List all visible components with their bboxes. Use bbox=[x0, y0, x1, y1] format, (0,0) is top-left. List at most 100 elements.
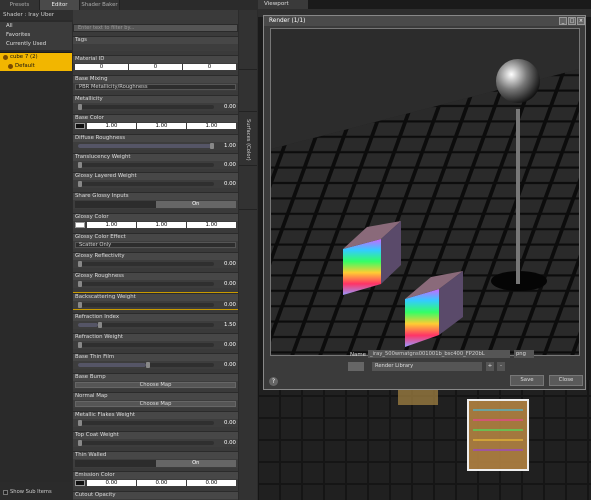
value-readout[interactable]: 0.00 bbox=[216, 103, 236, 111]
slider[interactable] bbox=[78, 420, 214, 426]
value-readout[interactable]: 0.00 bbox=[216, 180, 236, 188]
value-field-1[interactable]: 1.00 bbox=[87, 123, 136, 129]
value-field-3[interactable]: 0 bbox=[183, 64, 236, 70]
close-button[interactable]: Close bbox=[549, 375, 583, 386]
slider-knob[interactable] bbox=[78, 261, 82, 267]
glossy-color-effect-select[interactable]: Scatter Only bbox=[75, 242, 236, 248]
slider-knob[interactable] bbox=[78, 342, 82, 348]
prop-glossy-roughness: Glossy Roughness 0.00 bbox=[73, 272, 238, 288]
prop-glossy-layered-weight: Glossy Layered Weight 0.00 bbox=[73, 172, 238, 188]
close-icon[interactable]: × bbox=[577, 17, 585, 25]
filter-currently-used[interactable]: Currently Used bbox=[0, 40, 72, 49]
value-readout[interactable]: 0.00 bbox=[216, 341, 236, 349]
toggle-on[interactable]: On bbox=[155, 460, 236, 467]
filter-favorites[interactable]: Favorites bbox=[0, 31, 72, 40]
prop-translucency-weight: Translucency Weight 0.00 bbox=[73, 153, 238, 169]
tab-presets[interactable]: Presets bbox=[0, 0, 40, 10]
toggle-off[interactable] bbox=[75, 460, 156, 467]
value-readout[interactable]: 0.00 bbox=[216, 161, 236, 169]
value-readout[interactable]: 1.50 bbox=[216, 321, 236, 329]
slider-knob[interactable] bbox=[78, 420, 82, 426]
prop-label: Glossy Roughness bbox=[73, 273, 238, 280]
value-field-1[interactable]: 0 bbox=[75, 64, 128, 70]
slider[interactable] bbox=[78, 104, 214, 110]
slider[interactable] bbox=[78, 143, 214, 149]
maximize-icon[interactable]: □ bbox=[568, 17, 576, 25]
prop-diffuse-roughness: Diffuse Roughness 1.00 bbox=[73, 134, 238, 150]
slider[interactable] bbox=[78, 440, 214, 446]
slider-knob[interactable] bbox=[98, 322, 103, 328]
value-readout[interactable]: 0.00 bbox=[216, 301, 236, 309]
format-select[interactable]: png bbox=[514, 350, 534, 358]
slider[interactable] bbox=[78, 302, 214, 308]
slider-knob[interactable] bbox=[78, 440, 82, 446]
library-icon[interactable] bbox=[348, 362, 364, 371]
value-field-1[interactable]: 0.00 bbox=[87, 480, 136, 486]
color-swatch[interactable] bbox=[75, 123, 85, 129]
slider-knob[interactable] bbox=[78, 281, 82, 287]
render-dialog: Render (1/1) _ □ × Name _iray_500wmatgns… bbox=[263, 15, 586, 390]
show-sub-items-toggle[interactable]: Show Sub Items bbox=[0, 487, 72, 497]
side-tab-surfaces[interactable]: Surfaces (Color) bbox=[239, 114, 257, 166]
side-tab-2[interactable] bbox=[239, 72, 257, 112]
side-tab-4[interactable] bbox=[239, 170, 257, 210]
search-input[interactable]: Enter text to filter by... bbox=[73, 24, 238, 32]
value-field-2[interactable]: 0.00 bbox=[137, 480, 186, 486]
remove-button[interactable]: - bbox=[497, 362, 505, 371]
value-readout[interactable]: 0.00 bbox=[216, 280, 236, 288]
value-readout[interactable]: 0.00 bbox=[216, 361, 236, 369]
choose-map-button[interactable]: Choose Map bbox=[75, 382, 236, 388]
add-button[interactable]: + bbox=[486, 362, 494, 371]
save-button[interactable]: Save bbox=[510, 375, 544, 386]
slider-knob[interactable] bbox=[78, 162, 82, 168]
tab-editor[interactable]: Editor bbox=[40, 0, 80, 10]
slider-knob[interactable] bbox=[146, 362, 150, 368]
slider-knob[interactable] bbox=[78, 302, 82, 308]
value-field-2[interactable]: 1.00 bbox=[137, 222, 186, 228]
value-field-1[interactable]: 1.00 bbox=[87, 222, 136, 228]
color-swatch[interactable] bbox=[75, 480, 85, 486]
help-icon[interactable]: ? bbox=[269, 377, 278, 386]
viewport-tab[interactable]: Viewport bbox=[258, 0, 308, 9]
slider[interactable] bbox=[78, 181, 214, 187]
prop-tags: Tags bbox=[73, 36, 238, 51]
checkbox-icon[interactable] bbox=[3, 489, 8, 495]
tags-field[interactable] bbox=[73, 44, 238, 51]
slider-knob[interactable] bbox=[78, 181, 82, 187]
share-glossy-toggle[interactable]: On bbox=[75, 201, 236, 208]
base-mixing-select[interactable]: PBR Metallicity/Roughness bbox=[75, 84, 236, 90]
value-field-2[interactable]: 0 bbox=[129, 64, 182, 70]
value-field-2[interactable]: 1.00 bbox=[137, 123, 186, 129]
minimize-icon[interactable]: _ bbox=[559, 17, 567, 25]
slider[interactable] bbox=[78, 362, 214, 368]
value-field-3[interactable]: 1.00 bbox=[187, 123, 236, 129]
tree-node-cube[interactable]: cube 7 (2) bbox=[0, 53, 72, 62]
choose-map-button[interactable]: Choose Map bbox=[75, 401, 236, 407]
value-readout[interactable]: 0.00 bbox=[216, 419, 236, 427]
value-readout[interactable]: 0.00 bbox=[216, 260, 236, 268]
value-readout[interactable]: 0.00 bbox=[216, 439, 236, 447]
tree-node-default[interactable]: Default bbox=[0, 62, 72, 71]
color-swatch[interactable] bbox=[75, 222, 85, 228]
toggle-on[interactable]: On bbox=[155, 201, 236, 208]
slider[interactable] bbox=[78, 342, 214, 348]
prop-base-bump: Base Bump Choose Map bbox=[73, 373, 238, 389]
thin-walled-toggle[interactable]: On bbox=[75, 460, 236, 467]
value-readout[interactable]: 1.00 bbox=[216, 142, 236, 150]
value-field-3[interactable]: 1.00 bbox=[187, 222, 236, 228]
material-id-fields: 0 0 0 bbox=[73, 63, 238, 71]
slider[interactable] bbox=[78, 261, 214, 267]
cube-icon bbox=[467, 399, 529, 471]
toggle-off[interactable] bbox=[75, 201, 156, 208]
library-select[interactable]: Render Library bbox=[372, 362, 482, 371]
slider[interactable] bbox=[78, 162, 214, 168]
side-tab-1[interactable] bbox=[239, 30, 257, 70]
slider[interactable] bbox=[78, 322, 214, 328]
filter-all[interactable]: All bbox=[0, 22, 72, 31]
value-field-3[interactable]: 0.00 bbox=[187, 480, 236, 486]
slider-knob[interactable] bbox=[78, 104, 82, 110]
name-field[interactable]: _iray_500wmatgns001001b_bsc400_FP20bL bbox=[368, 350, 510, 358]
tab-shader-baker[interactable]: Shader Baker bbox=[80, 0, 120, 10]
slider-knob[interactable] bbox=[210, 143, 214, 149]
slider[interactable] bbox=[78, 281, 214, 287]
